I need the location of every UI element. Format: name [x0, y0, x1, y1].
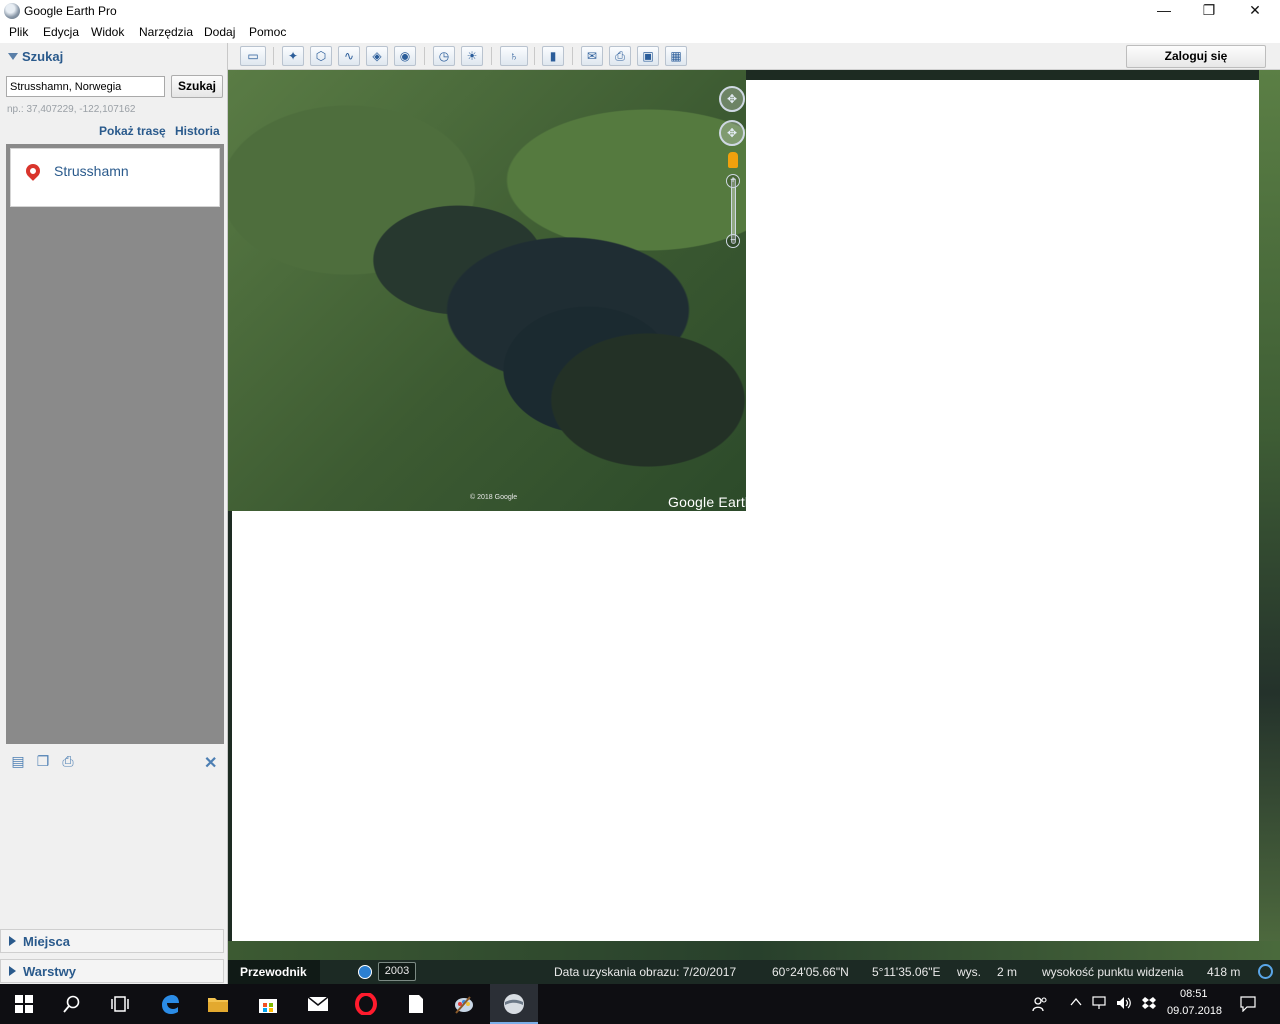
- places-panel-header[interactable]: Miejsca: [0, 929, 224, 953]
- zoom-out-icon[interactable]: −: [726, 234, 740, 248]
- map-copyright: © 2018 Google: [470, 494, 518, 501]
- clock-time[interactable]: 08:51: [1180, 988, 1208, 1000]
- historical-imagery-icon[interactable]: ◷: [433, 46, 455, 66]
- polygon-icon[interactable]: ⬡: [310, 46, 332, 66]
- search-header-label: Szukaj: [22, 49, 64, 64]
- google-earth-app-icon: [4, 3, 20, 19]
- notepad-icon[interactable]: [404, 992, 428, 1016]
- street-view-pegman-icon[interactable]: [728, 152, 738, 168]
- menu-dodaj[interactable]: Dodaj: [204, 25, 235, 39]
- image-overlay-icon[interactable]: ◈: [366, 46, 388, 66]
- search-hint: np.: 37,407229, -122,107162: [7, 104, 136, 115]
- print-results-icon[interactable]: ⎙: [60, 754, 76, 768]
- task-view-icon[interactable]: [108, 992, 132, 1016]
- eye-altitude-value: 418 m: [1207, 965, 1241, 979]
- unloaded-imagery-area: [746, 80, 1259, 511]
- historical-imagery-status-icon[interactable]: [358, 965, 372, 979]
- dropbox-icon[interactable]: [1142, 996, 1156, 1013]
- title-bar: Google Earth Pro — ❐ ✕: [0, 0, 1280, 22]
- copy-icon[interactable]: ❐: [35, 754, 51, 768]
- ruler-icon[interactable]: ▮: [542, 46, 564, 66]
- opera-icon[interactable]: [354, 992, 378, 1016]
- places-label: Miejsca: [23, 934, 70, 949]
- look-around-icon[interactable]: ✥: [719, 86, 745, 112]
- sunlight-icon[interactable]: ☀: [461, 46, 483, 66]
- menu-edycja[interactable]: Edycja: [43, 25, 79, 39]
- map-view[interactable]: © 2018 Google Google Earth ✥ ✥ + −: [228, 70, 1280, 960]
- toolbar: ▭ ✦ ⬡ ∿ ◈ ◉ ◷ ☀ ♄ ▮ ✉ ⎙ ▣ ▦: [228, 43, 1280, 70]
- volume-icon[interactable]: [1116, 996, 1132, 1013]
- menu-bar: Plik Edycja Widok Narzędzia Dodaj Pomoc: [0, 22, 1280, 43]
- show-route-link[interactable]: Pokaż trasę: [99, 124, 166, 138]
- imagery-year-badge[interactable]: 2003: [378, 962, 416, 981]
- longitude-readout: 5°11'35.06"E: [872, 965, 941, 979]
- windows-start-icon[interactable]: [12, 992, 36, 1016]
- menu-widok[interactable]: Widok: [91, 25, 124, 39]
- login-button[interactable]: Zaloguj się: [1126, 45, 1266, 68]
- window-title: Google Earth Pro: [24, 4, 117, 18]
- print-icon[interactable]: ⎙: [609, 46, 631, 66]
- toolbar-separator: [491, 47, 492, 65]
- guide-tab[interactable]: Przewodnik: [228, 960, 320, 984]
- placemark-icon[interactable]: ✦: [282, 46, 304, 66]
- satellite-imagery-edge: [228, 941, 1280, 960]
- collapse-triangle-icon: [8, 53, 18, 60]
- network-icon[interactable]: [1092, 996, 1108, 1013]
- add-folder-icon[interactable]: ▤: [10, 754, 26, 768]
- streaming-globe-icon: [1258, 964, 1273, 979]
- eye-altitude-label: wysokość punktu widzenia: [1042, 965, 1184, 979]
- menu-plik[interactable]: Plik: [9, 25, 28, 39]
- close-results-icon[interactable]: ✕: [204, 753, 217, 773]
- elevation-value: 2 m: [997, 965, 1018, 979]
- google-earth-taskbar-icon[interactable]: [502, 992, 526, 1016]
- map-brand: Google Earth: [668, 494, 753, 510]
- mail-icon[interactable]: [306, 992, 330, 1016]
- imagery-date: Data uzyskania obrazu: 7/20/2017: [554, 965, 737, 979]
- toolbar-separator: [273, 47, 274, 65]
- search-input[interactable]: [6, 76, 165, 97]
- edge-browser-icon[interactable]: [158, 992, 182, 1016]
- layers-panel-header[interactable]: Warstwy: [0, 959, 224, 983]
- email-icon[interactable]: ✉: [581, 46, 603, 66]
- sidebar-toggle-icon[interactable]: ▭: [240, 46, 266, 66]
- search-results-panel: [6, 144, 224, 744]
- menu-pomoc[interactable]: Pomoc: [249, 25, 286, 39]
- close-button[interactable]: ✕: [1232, 0, 1278, 22]
- chevron-up-icon[interactable]: [1070, 996, 1082, 1011]
- satellite-imagery[interactable]: [228, 70, 746, 511]
- clock-date[interactable]: 09.07.2018: [1167, 1005, 1222, 1017]
- layers-label: Warstwy: [23, 964, 76, 979]
- planets-icon[interactable]: ♄: [500, 46, 528, 66]
- view-in-maps-icon[interactable]: ▦: [665, 46, 687, 66]
- satellite-imagery-edge: [1259, 70, 1280, 960]
- search-button[interactable]: Szukaj: [171, 75, 223, 98]
- minimize-button[interactable]: —: [1141, 0, 1187, 22]
- move-navigation-icon[interactable]: ✥: [719, 120, 745, 146]
- status-bar: Przewodnik 2003 Data uzyskania obrazu: 7…: [228, 960, 1280, 984]
- history-link[interactable]: Historia: [175, 124, 220, 138]
- save-image-icon[interactable]: ▣: [637, 46, 659, 66]
- windows-taskbar: 08:51 09.07.2018: [0, 984, 1280, 1024]
- latitude-readout: 60°24'05.66"N: [772, 965, 849, 979]
- search-result-label[interactable]: Strusshamn: [54, 163, 129, 179]
- zoom-in-icon[interactable]: +: [726, 174, 740, 188]
- expand-triangle-icon: [9, 966, 16, 976]
- people-icon[interactable]: [1032, 996, 1048, 1015]
- search-section-header[interactable]: Szukaj: [8, 49, 63, 64]
- elevation-label: wys.: [957, 965, 981, 979]
- paint-icon[interactable]: [452, 992, 476, 1016]
- store-icon[interactable]: [256, 992, 280, 1016]
- file-explorer-icon[interactable]: [206, 992, 230, 1016]
- record-tour-icon[interactable]: ◉: [394, 46, 416, 66]
- toolbar-separator: [572, 47, 573, 65]
- search-icon[interactable]: [60, 992, 84, 1016]
- toolbar-separator: [424, 47, 425, 65]
- unloaded-imagery-area: [232, 511, 1259, 941]
- notifications-icon[interactable]: [1240, 996, 1256, 1015]
- expand-triangle-icon: [9, 936, 16, 946]
- menu-narzedzia[interactable]: Narzędzia: [139, 25, 193, 39]
- maximize-button[interactable]: ❐: [1186, 0, 1232, 22]
- path-icon[interactable]: ∿: [338, 46, 360, 66]
- toolbar-separator: [534, 47, 535, 65]
